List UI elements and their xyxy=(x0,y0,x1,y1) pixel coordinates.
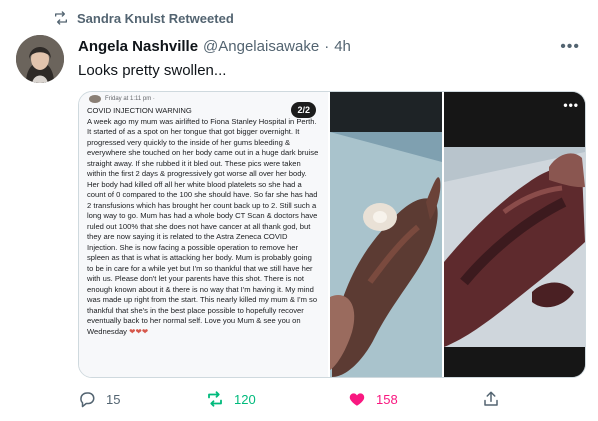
avatar[interactable] xyxy=(16,35,64,83)
like-button[interactable]: 158 xyxy=(348,390,398,408)
heart-icon xyxy=(349,393,365,406)
photo-hand-bandage xyxy=(330,92,442,377)
fb-post-text: COVID INJECTION WARNING A week ago my mu… xyxy=(87,106,319,336)
reply-icon xyxy=(80,392,95,408)
separator-dot: · xyxy=(324,38,330,55)
reply-button[interactable]: 15 xyxy=(78,390,120,408)
share-button[interactable] xyxy=(482,390,500,408)
author-handle[interactable]: @Angelaisawake xyxy=(203,38,319,55)
heart-emojis: ❤❤❤ xyxy=(129,326,149,336)
reply-count: 15 xyxy=(106,391,121,407)
photo-bruised-arm xyxy=(444,92,585,377)
retweet-button[interactable]: 120 xyxy=(206,390,256,408)
like-count: 158 xyxy=(376,391,398,407)
fb-post-body: COVID INJECTION WARNING A week ago my mu… xyxy=(87,106,319,337)
media-photo-bruised-arm[interactable]: ••• xyxy=(444,92,585,377)
retweet-context-text: Sandra Knulst Retweeted xyxy=(77,10,234,26)
retweet-count: 120 xyxy=(234,391,256,407)
more-vertical-icon[interactable]: ••• xyxy=(563,98,579,112)
more-horizontal-icon[interactable]: ••• xyxy=(560,38,580,56)
retweet-icon xyxy=(55,11,67,25)
avatar-image xyxy=(16,35,64,83)
tweet-text: Looks pretty swollen... xyxy=(78,62,227,79)
fb-post-header: Friday at 1:11 pm · xyxy=(89,95,155,103)
share-icon xyxy=(484,391,498,406)
media-photo-screenshot[interactable]: Friday at 1:11 pm · 2/2 COVID INJECTION … xyxy=(79,92,328,377)
tweet-header: Angela Nashville @Angelaisawake · 4h xyxy=(78,38,351,55)
retweet-icon xyxy=(208,391,222,407)
media-grid: Friday at 1:11 pm · 2/2 COVID INJECTION … xyxy=(78,91,586,378)
media-photo-hand-bandage[interactable] xyxy=(330,92,442,377)
retweet-context[interactable]: Sandra Knulst Retweeted xyxy=(53,10,234,26)
fb-post-time: Friday at 1:11 pm · xyxy=(105,96,155,102)
fb-avatar xyxy=(89,95,101,103)
author-name[interactable]: Angela Nashville xyxy=(78,38,198,55)
tweet-timestamp[interactable]: 4h xyxy=(334,38,351,55)
tweet-actions: 15 120 158 xyxy=(78,390,538,412)
